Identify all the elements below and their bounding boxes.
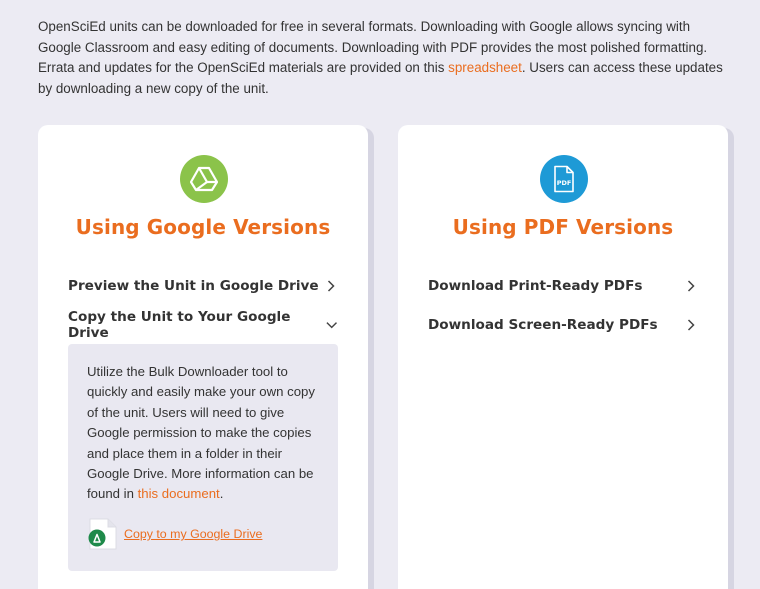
google-card-title: Using Google Versions	[75, 215, 331, 239]
google-versions-card: Using Google Versions Preview the Unit i…	[38, 125, 368, 589]
copy-unit-panel: Utilize the Bulk Downloader tool to quic…	[68, 344, 338, 571]
accordion-label: Download Print-Ready PDFs	[428, 278, 643, 294]
this-document-link[interactable]: this document	[138, 486, 220, 501]
pdf-icon-label: PDF	[557, 179, 572, 187]
pdf-file-icon: PDF	[540, 155, 588, 203]
accordion-label: Preview the Unit in Google Drive	[68, 278, 319, 294]
chevron-down-icon	[326, 322, 337, 329]
spreadsheet-link[interactable]: spreadsheet	[448, 60, 522, 75]
chevron-right-icon	[327, 280, 335, 292]
accordion-label: Copy the Unit to Your Google Drive	[68, 309, 291, 341]
panel-text-before: Utilize the Bulk Downloader tool to quic…	[87, 364, 315, 502]
copy-to-drive-row: Copy to my Google Drive	[87, 518, 262, 550]
accordion-label: Download Screen-Ready PDFs	[428, 317, 658, 333]
copy-to-google-drive-item[interactable]: Copy the Unit to Your Google Drive	[68, 309, 338, 341]
panel-text-after: .	[219, 486, 224, 502]
preview-in-google-drive-item[interactable]: Preview the Unit in Google Drive	[68, 274, 338, 298]
download-screen-ready-pdfs-item[interactable]: Download Screen-Ready PDFs	[428, 313, 698, 337]
intro-paragraph: OpenSciEd units can be downloaded for fr…	[38, 17, 728, 99]
panel-description: Utilize the Bulk Downloader tool to quic…	[87, 362, 327, 505]
download-print-ready-pdfs-item[interactable]: Download Print-Ready PDFs	[428, 274, 698, 298]
pdf-card-title: Using PDF Versions	[452, 215, 674, 239]
google-drive-doc-icon	[88, 518, 117, 550]
pdf-versions-card: PDF Using PDF Versions Download Print-Re…	[398, 125, 728, 589]
copy-to-my-google-drive-link[interactable]: Copy to my Google Drive	[124, 527, 262, 541]
chevron-right-icon	[687, 280, 695, 292]
google-drive-icon	[180, 155, 228, 203]
chevron-right-icon	[687, 319, 695, 331]
